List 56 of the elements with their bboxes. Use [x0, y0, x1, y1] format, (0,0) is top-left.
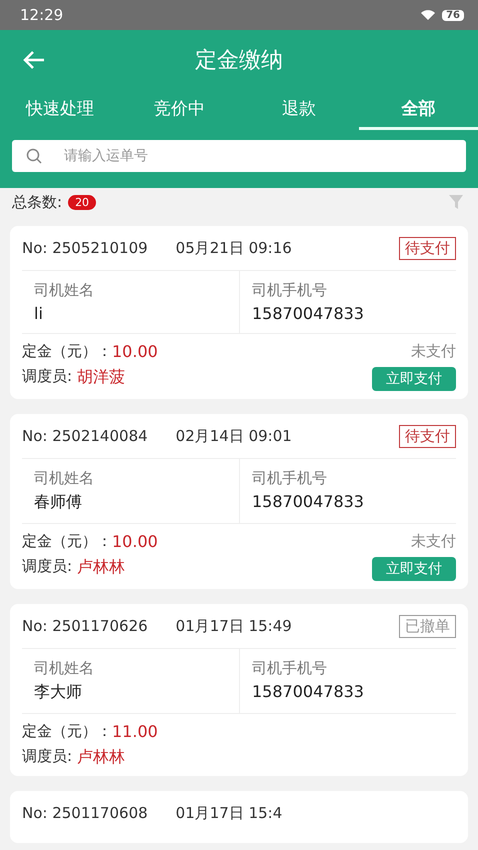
- order-card[interactable]: No: 2501170626 01月17日 15:49 已撤单 司机姓名 李大师 司机手机号 15870047833 定金（元）：11.00 调度员: 卢林林: [10, 604, 468, 776]
- deposit-amount: 11.00: [112, 722, 158, 741]
- deposit-label: 定金（元）：: [22, 342, 112, 361]
- dispatcher-label: 调度员:: [22, 747, 72, 767]
- field-label: 司机手机号: [252, 281, 328, 300]
- back-arrow-icon[interactable]: [22, 49, 46, 71]
- driver-phone: 15870047833: [252, 682, 365, 701]
- dispatcher-name: 胡洋菠: [76, 367, 125, 388]
- payment-status: 未支付: [411, 342, 456, 361]
- order-datetime: 05月21日 09:16: [176, 238, 292, 258]
- driver-phone: 15870047833: [252, 492, 365, 511]
- wifi-icon: [420, 9, 436, 21]
- order-datetime: 02月14日 09:01: [176, 426, 292, 446]
- payment-status: 未支付: [411, 532, 456, 551]
- deposit-label: 定金（元）：: [22, 532, 112, 551]
- page-title: 定金缴纳: [195, 47, 283, 75]
- tab[interactable]: 全部: [358, 90, 478, 130]
- field-label: 司机姓名: [34, 659, 95, 678]
- status-tag: 已撤单: [399, 614, 456, 638]
- field-label: 司机手机号: [252, 469, 328, 488]
- total-label: 总条数:: [12, 192, 62, 212]
- order-card[interactable]: No: 2502140084 02月14日 09:01 待支付 司机姓名 春师傅 司机手机号 15870047833 定金（元）：10.00 调度员: 卢林林 未支付 立即支付: [10, 414, 468, 589]
- driver-phone: 15870047833: [252, 304, 365, 323]
- search-field[interactable]: 请输入运单号: [12, 140, 466, 172]
- deposit-label: 定金（元）：: [22, 722, 112, 741]
- deposit-amount: 10.00: [112, 342, 158, 361]
- order-card[interactable]: No: 2501170608 01月17日 15:4: [10, 791, 468, 843]
- dispatcher-label: 调度员:: [22, 557, 72, 577]
- order-number: No: 2501170626: [22, 617, 148, 635]
- pay-now-button[interactable]: 立即支付: [372, 367, 456, 391]
- count-badge: 20: [68, 194, 96, 210]
- driver-name: 李大师: [34, 682, 83, 703]
- dispatcher-label: 调度员:: [22, 367, 72, 387]
- order-card[interactable]: No: 2505210109 05月21日 09:16 待支付 司机姓名 li 司机手机号 15870047833 定金（元）：10.00 调度员: 胡洋菠 未支付 立即支付: [10, 226, 468, 399]
- status-tag: 待支付: [399, 424, 456, 448]
- clock-time: 12:29: [20, 6, 64, 24]
- field-label: 司机姓名: [34, 469, 95, 488]
- status-tag: 待支付: [399, 236, 456, 260]
- battery-level: 76: [442, 10, 464, 20]
- order-number: No: 2501170608: [22, 804, 148, 822]
- tab[interactable]: 竞价中: [120, 90, 239, 130]
- search-icon: [26, 148, 42, 164]
- order-datetime: 01月17日 15:4: [176, 804, 282, 822]
- field-label: 司机手机号: [252, 659, 328, 678]
- order-number: No: 2505210109: [22, 239, 148, 257]
- order-number: No: 2502140084: [22, 427, 148, 445]
- field-label: 司机姓名: [34, 281, 95, 300]
- deposit-amount: 10.00: [112, 532, 158, 551]
- tab[interactable]: 退款: [239, 90, 358, 130]
- order-datetime: 01月17日 15:49: [176, 616, 292, 636]
- driver-name: 春师傅: [34, 492, 83, 513]
- tab[interactable]: 快速处理: [0, 90, 120, 130]
- driver-name: li: [34, 304, 44, 323]
- pay-now-button[interactable]: 立即支付: [372, 557, 456, 581]
- dispatcher-name: 卢林林: [76, 747, 125, 768]
- dispatcher-name: 卢林林: [76, 557, 125, 578]
